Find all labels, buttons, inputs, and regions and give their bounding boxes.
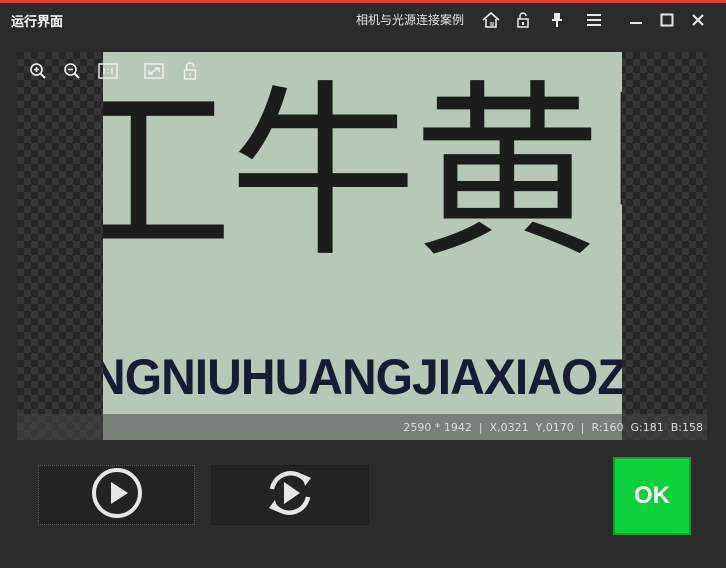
title-bar[interactable]: 运行界面 相机与光源连接案例: [0, 3, 726, 36]
menu-icon[interactable]: [584, 10, 604, 30]
ok-button[interactable]: OK: [613, 457, 691, 535]
maximize-icon[interactable]: [657, 10, 677, 30]
image-pinyin-text: NGNIUHUANGJIAXIAOZU: [103, 349, 622, 405]
pixel-status-bar: 2590 * 1942 | X,0321 Y,0170 | R:160 G:18…: [17, 414, 707, 440]
pixel-g: G:181: [630, 421, 664, 434]
run-loop-button[interactable]: [211, 465, 369, 525]
window-title: 运行界面: [11, 15, 64, 30]
minimize-icon[interactable]: [626, 10, 646, 30]
pixel-r: R:160: [591, 421, 624, 434]
lock-icon[interactable]: [179, 60, 201, 82]
home-icon[interactable]: [481, 10, 501, 30]
fit-window-icon[interactable]: [143, 60, 165, 82]
close-icon[interactable]: [688, 10, 708, 30]
unlock-icon[interactable]: [513, 10, 533, 30]
image-hanzi-text: 工牛黄甲砖: [103, 64, 622, 283]
status-readout: 2590 * 1942 | X,0321 Y,0170 | R:160 G:18…: [403, 421, 703, 434]
zoom-in-icon[interactable]: [27, 60, 49, 82]
zoom-out-icon[interactable]: [61, 60, 83, 82]
actual-size-icon[interactable]: [97, 60, 119, 82]
cursor-y: Y,0170: [535, 421, 574, 434]
image-resolution: 2590 * 1942: [403, 421, 472, 434]
run-once-button[interactable]: [38, 465, 195, 525]
pin-icon[interactable]: [547, 10, 567, 30]
camera-image[interactable]: 工牛黄甲砖 NGNIUHUANGJIAXIAOZU: [103, 52, 622, 440]
cursor-x: X,0321: [489, 421, 529, 434]
window-subtitle: 相机与光源连接案例: [356, 13, 465, 27]
run-once-icon: [90, 466, 144, 524]
run-loop-icon: [262, 465, 318, 525]
pixel-b: B:158: [670, 421, 703, 434]
image-viewer[interactable]: 工牛黄甲砖 NGNIUHUANGJIAXIAOZU 2590 * 1942 | …: [17, 52, 707, 440]
